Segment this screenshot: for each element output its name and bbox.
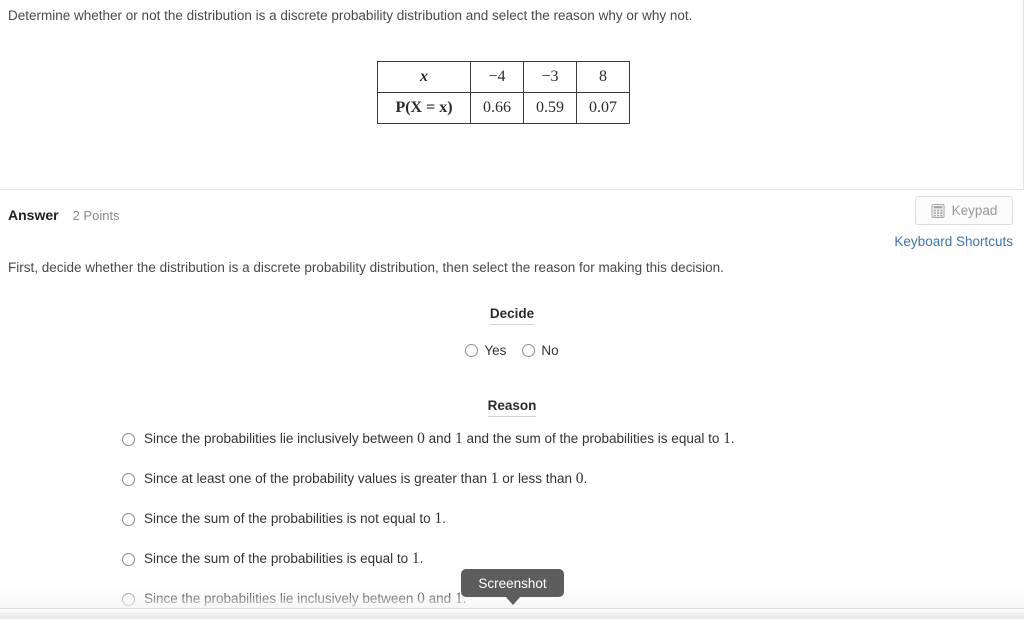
math-number: 1 bbox=[434, 510, 443, 527]
answer-instruction: First, decide whether the distribution i… bbox=[8, 260, 724, 275]
math-number: 0 bbox=[417, 590, 425, 607]
reason-option-3-label: Since the sum of the probabilities is eq… bbox=[144, 550, 424, 567]
reason-option-2-label: Since the sum of the probabilities is no… bbox=[144, 510, 446, 527]
math-number: 1 bbox=[723, 430, 731, 447]
answer-section-label: Answer bbox=[8, 207, 59, 223]
reason-options-group: Since the probabilities lie inclusively … bbox=[122, 429, 982, 629]
reason-option-1[interactable]: Since at least one of the probability va… bbox=[122, 469, 982, 509]
decide-option-yes[interactable]: Yes bbox=[465, 343, 506, 358]
calculator-icon bbox=[931, 203, 945, 218]
bottom-status-strip bbox=[0, 608, 1024, 619]
radio-icon[interactable] bbox=[122, 593, 135, 606]
math-number: 1 bbox=[490, 470, 499, 487]
decide-option-no[interactable]: No bbox=[522, 343, 559, 358]
table-cell-x-0: −4 bbox=[470, 61, 524, 93]
prob-table: x −4 −3 8 P(X = x) 0.66 0.59 0.07 bbox=[377, 61, 630, 124]
screenshot-tooltip: Screenshot bbox=[461, 569, 564, 605]
keyboard-shortcuts-link[interactable]: Keyboard Shortcuts bbox=[894, 234, 1013, 249]
table-cell-p-2: 0.07 bbox=[576, 92, 630, 124]
answer-points-label: 2 Points bbox=[72, 208, 120, 223]
radio-icon[interactable] bbox=[122, 513, 135, 526]
answer-header: Answer 2 Points bbox=[8, 207, 120, 223]
decide-option-no-label: No bbox=[541, 343, 559, 358]
decide-heading-label: Decide bbox=[489, 306, 535, 325]
radio-icon[interactable] bbox=[122, 433, 135, 446]
table-cell-p-1: 0.59 bbox=[523, 92, 577, 124]
math-number: 1 bbox=[411, 550, 420, 567]
reason-option-2[interactable]: Since the sum of the probabilities is no… bbox=[122, 509, 982, 549]
keypad-button[interactable]: Keypad bbox=[915, 196, 1013, 225]
reason-heading: Reason bbox=[0, 398, 1024, 417]
reason-option-0-label: Since the probabilities lie inclusively … bbox=[144, 430, 735, 447]
answer-panel: Answer 2 Points Keypad Keyboard Shortcut… bbox=[0, 190, 1024, 618]
radio-icon[interactable] bbox=[465, 344, 479, 357]
table-header-probability: P(X = x) bbox=[377, 92, 471, 124]
radio-icon[interactable] bbox=[122, 473, 135, 486]
table-row-x: x −4 −3 8 bbox=[377, 61, 630, 93]
table-row-probability: P(X = x) 0.66 0.59 0.07 bbox=[377, 92, 630, 124]
math-number: 0 bbox=[575, 470, 584, 487]
decide-option-yes-label: Yes bbox=[484, 343, 507, 358]
keypad-button-label: Keypad bbox=[951, 203, 998, 218]
table-header-x: x bbox=[377, 61, 471, 93]
table-cell-x-2: 8 bbox=[576, 61, 630, 93]
decide-options-group: Yes No bbox=[0, 343, 1024, 358]
table-cell-x-1: −3 bbox=[523, 61, 577, 93]
probability-distribution-table: x −4 −3 8 P(X = x) 0.66 0.59 0.07 bbox=[377, 61, 630, 124]
screenshot-tooltip-label: Screenshot bbox=[478, 575, 547, 591]
reason-option-0[interactable]: Since the probabilities lie inclusively … bbox=[122, 429, 982, 469]
math-number: 0 bbox=[417, 430, 425, 447]
decide-heading: Decide bbox=[0, 306, 1024, 325]
table-cell-p-0: 0.66 bbox=[470, 92, 524, 124]
reason-option-4-label: Since the probabilities lie inclusively … bbox=[144, 590, 467, 607]
radio-icon[interactable] bbox=[122, 553, 135, 566]
reason-heading-label: Reason bbox=[487, 398, 537, 417]
question-panel: Determine whether or not the distributio… bbox=[0, 0, 1024, 190]
reason-option-1-label: Since at least one of the probability va… bbox=[144, 470, 588, 487]
radio-icon[interactable] bbox=[522, 344, 536, 357]
question-prompt: Determine whether or not the distributio… bbox=[8, 8, 693, 23]
math-number: 1 bbox=[454, 430, 463, 447]
